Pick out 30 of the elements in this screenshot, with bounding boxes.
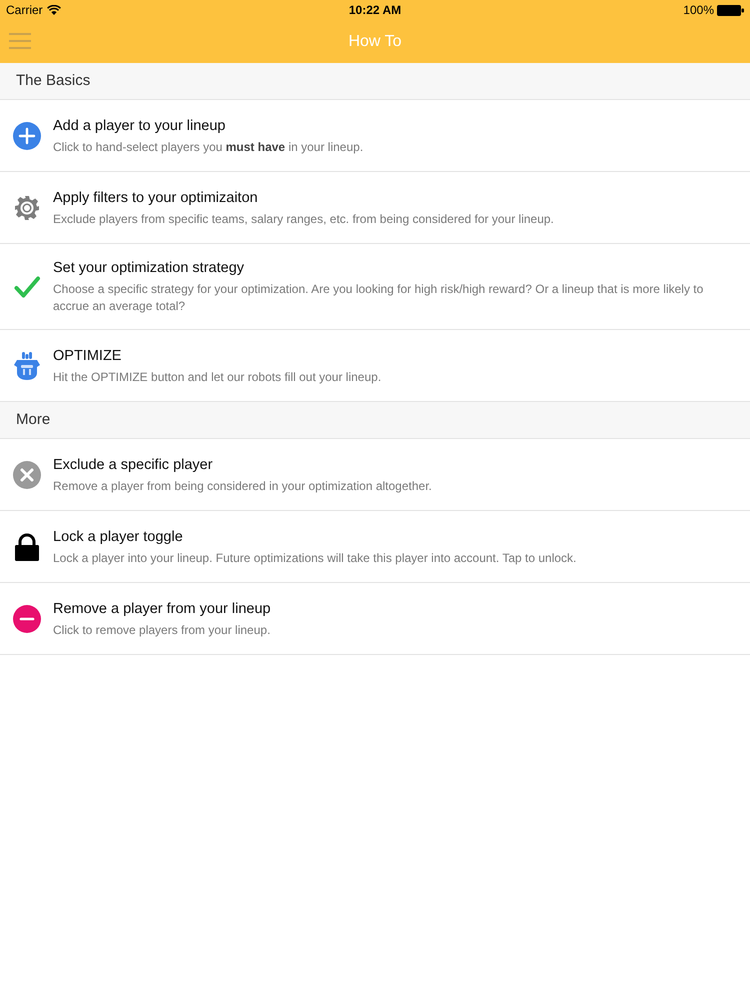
time-label: 10:22 AM <box>348 2 402 19</box>
row-description: Click to remove players from your lineup. <box>53 622 271 638</box>
row-description: Lock a player into your lineup. Future optimizations will take this player into account. Tap to unlock. <box>53 550 576 566</box>
checkmark-icon <box>14 276 40 298</box>
menu-icon[interactable] <box>9 32 31 50</box>
row-title: Apply filters to your optimizaiton <box>53 188 259 208</box>
row-description: Choose a specific strategy for your optimization. Are you looking for high risk/high reward? Or a lineup that is more likely to accrue an average total? <box>53 281 704 315</box>
row-description: Remove a player from being considered in your optimization altogether. <box>53 478 432 494</box>
robot-head-icon <box>14 352 40 380</box>
row-title: Add a player to your lineup <box>53 116 226 136</box>
row-description: Hit the OPTIMIZE button and let our robots fill out your lineup. <box>53 368 382 386</box>
close-circle-icon <box>12 460 40 488</box>
row-title: Set your optimization strategy <box>53 259 246 278</box>
row-title: Lock a player toggle <box>53 528 184 546</box>
gear-icon <box>14 194 40 220</box>
section-title: The Basics <box>16 70 90 91</box>
row-title: Exclude a specific player <box>53 456 214 474</box>
carrier-label: Carrier <box>6 2 43 19</box>
row-description: Exclude players from specific teams, salary ranges, etc. from being considered for your lineup. <box>53 210 554 228</box>
wifi-icon <box>46 5 61 15</box>
row-title: OPTIMIZE <box>53 346 122 366</box>
battery-percent: 100% <box>683 2 714 19</box>
padlock-icon <box>14 532 38 560</box>
battery-icon <box>717 4 744 16</box>
row-description: Click to hand-select players you must have in your lineup. <box>53 138 364 156</box>
nav-title: How To <box>348 32 402 52</box>
minus-circle-icon <box>12 604 40 632</box>
plus-circle-icon <box>12 122 40 150</box>
row-title: Remove a player from your lineup <box>53 600 271 618</box>
section-title: More <box>16 410 50 430</box>
